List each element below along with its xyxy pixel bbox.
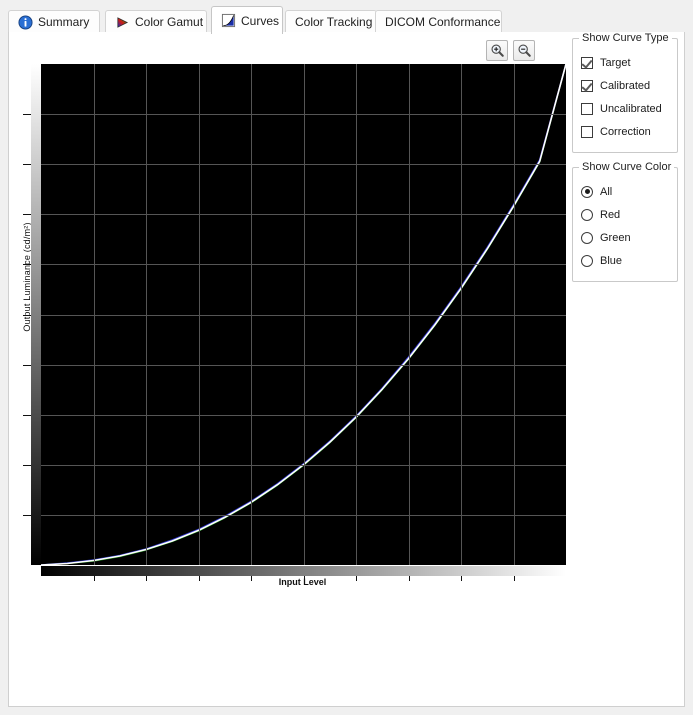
tab-color-tracking-label: Color Tracking xyxy=(295,15,373,29)
show-curve-color-title: Show Curve Color xyxy=(579,161,675,173)
grid-line-horizontal xyxy=(41,315,566,316)
zoom-in-button[interactable] xyxy=(486,40,508,61)
gamut-triangle-icon xyxy=(115,15,130,30)
grid-line-horizontal xyxy=(41,465,566,466)
checkbox-row-target[interactable]: Target xyxy=(581,51,669,74)
zoom-out-icon xyxy=(517,44,531,57)
grid-line-horizontal xyxy=(41,214,566,215)
zoom-out-button[interactable] xyxy=(513,40,535,61)
zoom-controls xyxy=(486,40,535,61)
tab-color-gamut-label: Color Gamut xyxy=(135,15,204,29)
x-axis-tick xyxy=(146,576,147,581)
x-axis-tick xyxy=(514,576,515,581)
radio-red-label: Red xyxy=(600,208,621,221)
y-axis-tick xyxy=(23,214,31,215)
radio-all-label: All xyxy=(600,185,613,198)
y-axis-tick xyxy=(23,164,31,165)
curves-content-panel: Output Luminance (cd/m²) Input Level Sho… xyxy=(8,32,685,707)
tab-dicom-conformance-label: DICOM Conformance xyxy=(385,15,501,29)
y-axis-tick xyxy=(23,114,31,115)
tab-summary[interactable]: Summary xyxy=(8,10,100,33)
checkbox-target[interactable] xyxy=(581,56,593,69)
radio-green[interactable] xyxy=(581,231,593,244)
radio-green-label: Green xyxy=(600,231,631,244)
x-axis-tick xyxy=(356,576,357,581)
curves-window: Summary Color Gamut Curves Color Trackin… xyxy=(0,0,693,715)
y-axis-tick xyxy=(23,315,31,316)
x-axis-tick xyxy=(199,576,200,581)
tab-summary-label: Summary xyxy=(38,15,90,29)
y-axis-tick xyxy=(23,365,31,366)
plot-area[interactable] xyxy=(41,64,566,565)
tab-color-gamut[interactable]: Color Gamut xyxy=(105,10,207,33)
tab-bar: Summary Color Gamut Curves Color Trackin… xyxy=(8,6,685,34)
x-axis-tick xyxy=(461,576,462,581)
grid-line-horizontal xyxy=(41,415,566,416)
grid-line-horizontal xyxy=(41,164,566,165)
checkbox-row-calibrated[interactable]: Calibrated xyxy=(581,74,669,97)
checkbox-calibrated-label: Calibrated xyxy=(600,79,651,92)
radio-row-red[interactable]: Red xyxy=(581,203,669,226)
y-axis-luminance-gradient xyxy=(31,64,41,565)
radio-blue[interactable] xyxy=(581,254,593,267)
y-axis-tick xyxy=(23,264,31,265)
x-axis-level-gradient xyxy=(41,566,566,576)
x-axis-tick xyxy=(304,576,305,581)
checkbox-row-correction[interactable]: Correction xyxy=(581,120,669,143)
tab-curves[interactable]: Curves xyxy=(211,6,283,34)
curve-graph-icon xyxy=(221,13,236,28)
y-axis-tick xyxy=(23,465,31,466)
checkbox-uncalibrated-label: Uncalibrated xyxy=(600,102,662,115)
info-icon xyxy=(18,14,33,30)
x-axis-tick xyxy=(251,576,252,581)
options-sidebar: Show Curve Type Target Calibrated Uncali… xyxy=(572,32,678,296)
checkbox-correction-label: Correction xyxy=(600,125,651,138)
radio-row-blue[interactable]: Blue xyxy=(581,249,669,272)
checkbox-uncalibrated[interactable] xyxy=(581,102,593,115)
grid-line-horizontal xyxy=(41,264,566,265)
show-curve-type-group: Show Curve Type Target Calibrated Uncali… xyxy=(572,32,678,153)
checkbox-target-label: Target xyxy=(600,56,631,69)
tab-curves-label: Curves xyxy=(241,13,280,28)
y-axis-tick xyxy=(23,515,31,516)
show-curve-color-group: Show Curve Color All Red Green Blue xyxy=(572,161,678,282)
radio-all[interactable] xyxy=(581,185,593,198)
radio-red[interactable] xyxy=(581,208,593,221)
grid-line-horizontal xyxy=(41,365,566,366)
x-axis-label: Input Level xyxy=(278,577,327,587)
x-axis-tick xyxy=(94,576,95,581)
grid-line-horizontal xyxy=(41,515,566,516)
radio-row-all[interactable]: All xyxy=(581,180,669,203)
tab-dicom-conformance[interactable]: DICOM Conformance xyxy=(375,10,502,33)
checkbox-correction[interactable] xyxy=(581,125,593,138)
checkbox-calibrated[interactable] xyxy=(581,79,593,92)
x-axis-tick xyxy=(409,576,410,581)
checkbox-row-uncalibrated[interactable]: Uncalibrated xyxy=(581,97,669,120)
y-axis-tick xyxy=(23,415,31,416)
show-curve-type-title: Show Curve Type xyxy=(579,32,672,44)
radio-blue-label: Blue xyxy=(600,254,623,267)
radio-row-green[interactable]: Green xyxy=(581,226,669,249)
grid-line-horizontal xyxy=(41,114,566,115)
curves-chart: Output Luminance (cd/m²) Input Level xyxy=(9,32,569,597)
tab-color-tracking[interactable]: Color Tracking xyxy=(285,10,377,33)
zoom-in-icon xyxy=(490,44,504,57)
